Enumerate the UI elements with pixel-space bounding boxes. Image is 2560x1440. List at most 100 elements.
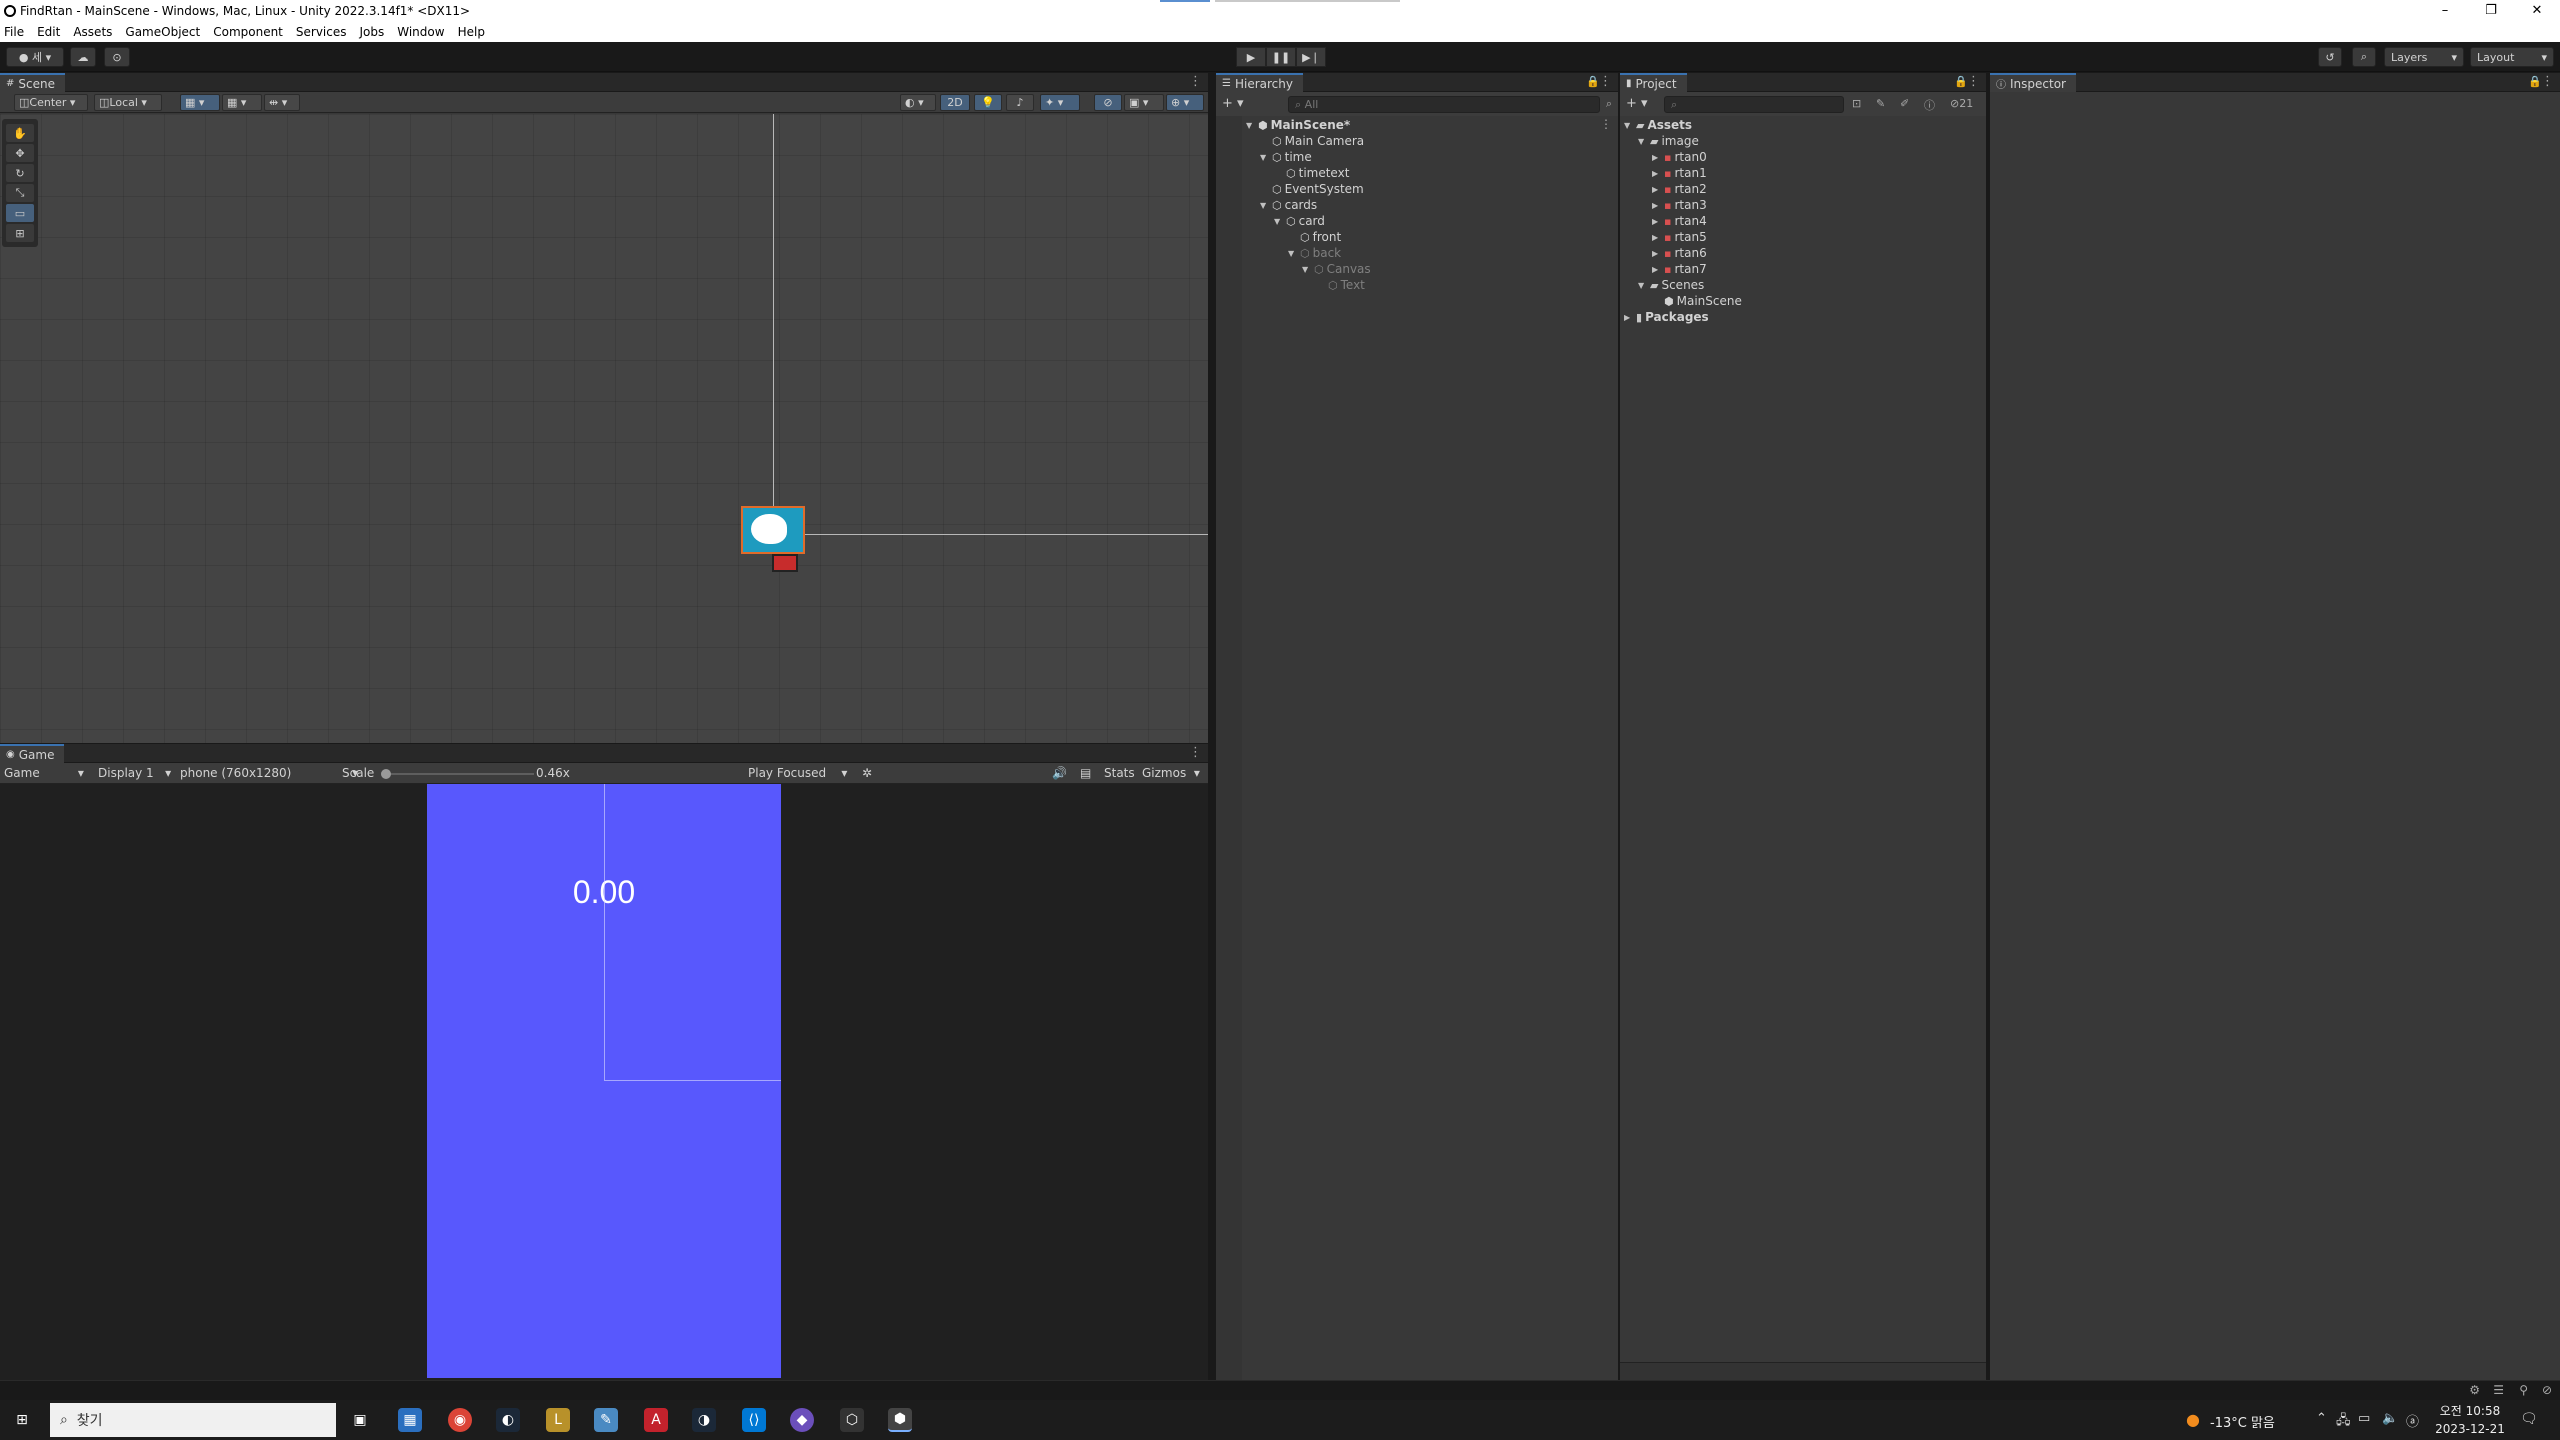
- grid-visibility-dropdown[interactable]: ▦ ▾: [222, 94, 262, 111]
- tab-project[interactable]: ▮ Project: [1620, 73, 1687, 92]
- draw-mode-dropdown[interactable]: ◐ ▾: [900, 94, 936, 111]
- search-by-label-icon[interactable]: ✎: [1876, 97, 1885, 110]
- chrome-icon[interactable]: ◉: [448, 1408, 472, 1432]
- hidden-packages-badge[interactable]: ⊘21: [1950, 97, 1973, 110]
- hierarchy-item[interactable]: ⬡ EventSystem: [1260, 181, 1364, 197]
- expand-arrow-icon[interactable]: ▼: [1624, 121, 1636, 130]
- collapse-arrow-icon[interactable]: ▶: [1652, 265, 1664, 274]
- inspector-menu-icon[interactable]: ⋮: [2541, 74, 2554, 89]
- taskbar-search-input[interactable]: ⌕ 찾기: [50, 1403, 336, 1437]
- search-by-type-icon[interactable]: ⌕: [1606, 97, 1612, 111]
- unity-hub-icon[interactable]: ⬡: [840, 1408, 864, 1432]
- hierarchy-search-input[interactable]: ⌕ All: [1288, 96, 1600, 113]
- tab-game[interactable]: ◉ Game: [0, 744, 65, 763]
- project-menu-icon[interactable]: ⋮: [1967, 74, 1980, 89]
- minimize-button[interactable]: –: [2422, 0, 2468, 21]
- menu-file[interactable]: File: [4, 25, 24, 39]
- collapse-arrow-icon[interactable]: ▶: [1652, 217, 1664, 226]
- shortcuts-icon[interactable]: ▤: [1080, 766, 1091, 780]
- play-mode-select[interactable]: Play Focused ▾: [748, 766, 847, 780]
- pdf-app-icon[interactable]: A: [644, 1408, 668, 1432]
- collapse-arrow-icon[interactable]: ▶: [1652, 201, 1664, 210]
- discord-like-icon[interactable]: ◆: [790, 1408, 814, 1432]
- expand-arrow-icon[interactable]: ▼: [1302, 265, 1314, 274]
- effects-dropdown[interactable]: ✦ ▾: [1040, 94, 1080, 111]
- tab-hierarchy[interactable]: ☰ Hierarchy: [1216, 73, 1303, 92]
- gizmos-dropdown[interactable]: ⊕ ▾: [1166, 94, 1204, 111]
- search-button[interactable]: ⌕: [2352, 47, 2376, 67]
- project-item[interactable]: ▶ ▪ rtan2: [1652, 181, 1707, 197]
- hierarchy-item[interactable]: ⬡ timetext: [1274, 165, 1349, 181]
- undo-history-button[interactable]: ↺: [2318, 47, 2342, 67]
- hand-tool-icon[interactable]: ✋: [6, 124, 34, 142]
- weather-sun-icon[interactable]: ●: [2186, 1410, 2200, 1429]
- layers-dropdown[interactable]: Layers ▾: [2384, 47, 2464, 67]
- 2d-toggle[interactable]: 2D: [940, 94, 970, 111]
- collapse-arrow-icon[interactable]: ▶: [1624, 313, 1636, 322]
- collapse-arrow-icon[interactable]: ▶: [1652, 185, 1664, 194]
- tab-inspector[interactable]: ⓘ Inspector: [1990, 73, 2076, 92]
- lock-icon[interactable]: 🔒: [1954, 75, 1968, 88]
- lock-icon[interactable]: 🔒: [1586, 75, 1600, 88]
- expand-arrow-icon[interactable]: ▼: [1260, 201, 1272, 210]
- project-search-input[interactable]: ⌕: [1664, 96, 1844, 113]
- debugger-icon[interactable]: ⚲: [2519, 1383, 2528, 1397]
- grid-snap-dropdown[interactable]: ▦ ▾: [180, 94, 220, 111]
- hierarchy-item[interactable]: ▼ ⬡ back: [1288, 245, 1341, 261]
- scene-menu-kebab-icon[interactable]: ⋮: [1600, 117, 1612, 131]
- search-by-type-icon[interactable]: ⊡: [1852, 97, 1861, 110]
- unity-editor-icon[interactable]: ⬢: [888, 1408, 912, 1432]
- rect-tool-icon[interactable]: ▭: [6, 204, 34, 222]
- collab-button[interactable]: ⊙: [104, 47, 130, 67]
- hierarchy-item[interactable]: ▼ ⬡ card: [1274, 213, 1325, 229]
- windows-start-icon[interactable]: ⊞: [10, 1408, 34, 1432]
- hierarchy-item[interactable]: ⬡ Text: [1316, 277, 1365, 293]
- hierarchy-item[interactable]: ⬡ Main Camera: [1260, 133, 1364, 149]
- menu-services[interactable]: Services: [296, 25, 347, 39]
- collapse-arrow-icon[interactable]: ▶: [1652, 169, 1664, 178]
- hierarchy-item[interactable]: ⬡ front: [1288, 229, 1341, 245]
- close-button[interactable]: ✕: [2514, 0, 2560, 21]
- project-scrollbar[interactable]: [1620, 1362, 1986, 1380]
- mute-audio-icon[interactable]: 🔊: [1052, 766, 1067, 780]
- transform-tool-icon[interactable]: ⊞: [6, 224, 34, 242]
- pivot-local-dropdown[interactable]: ◫ Local ▾: [94, 94, 162, 111]
- menu-help[interactable]: Help: [458, 25, 485, 39]
- expand-arrow-icon[interactable]: ▼: [1260, 153, 1272, 162]
- notification-icon[interactable]: 🗨: [2520, 1411, 2538, 1427]
- progress-icon[interactable]: ⚙: [2469, 1383, 2480, 1397]
- rotate-tool-icon[interactable]: ↻: [6, 164, 34, 182]
- create-asset-button[interactable]: + ▾: [1626, 96, 1648, 111]
- info-icon[interactable]: ⓘ: [1924, 97, 1935, 113]
- lock-icon[interactable]: 🔒: [2528, 75, 2542, 88]
- resolution-select[interactable]: phone (760x1280) ▾: [180, 766, 358, 780]
- hidden-objects-toggle[interactable]: ⊘: [1094, 94, 1122, 111]
- pivot-center-dropdown[interactable]: ◫ Center ▾: [14, 94, 88, 111]
- display-select[interactable]: Display 1 ▾: [98, 766, 171, 780]
- tab-scene[interactable]: # Scene: [0, 73, 65, 92]
- clock[interactable]: 오전 10:58 2023-12-21: [2430, 1402, 2510, 1438]
- menu-assets[interactable]: Assets: [73, 25, 112, 39]
- menu-component[interactable]: Component: [213, 25, 283, 39]
- stats-button[interactable]: Stats: [1104, 766, 1135, 780]
- selected-card-sprite[interactable]: [741, 506, 805, 554]
- tag-icon[interactable]: ✐: [1900, 97, 1909, 110]
- menu-edit[interactable]: Edit: [37, 25, 60, 39]
- gizmos-button[interactable]: Gizmos ▾: [1142, 766, 1200, 780]
- hierarchy-item[interactable]: ▼ ⬡ cards: [1260, 197, 1317, 213]
- lighting-toggle[interactable]: 💡: [974, 94, 1002, 111]
- menu-jobs[interactable]: Jobs: [360, 25, 385, 39]
- hierarchy-item[interactable]: ▼ ⬢ MainScene*: [1246, 117, 1350, 133]
- steam-icon[interactable]: ◐: [496, 1408, 520, 1432]
- expand-arrow-icon[interactable]: ▼: [1274, 217, 1286, 226]
- project-item[interactable]: ▶ ▪ rtan7: [1652, 261, 1707, 277]
- move-tool-icon[interactable]: ✥: [6, 144, 34, 162]
- expand-arrow-icon[interactable]: ▼: [1246, 121, 1258, 130]
- pause-button[interactable]: ❚❚: [1266, 47, 1296, 67]
- create-add-button[interactable]: + ▾: [1222, 96, 1244, 111]
- expand-arrow-icon[interactable]: ▼: [1638, 281, 1650, 290]
- menu-gameobject[interactable]: GameObject: [125, 25, 200, 39]
- display-icon[interactable]: ▭: [2358, 1411, 2370, 1426]
- hierarchy-item[interactable]: ▼ ⬡ time: [1260, 149, 1312, 165]
- scale-slider-track[interactable]: [384, 773, 534, 775]
